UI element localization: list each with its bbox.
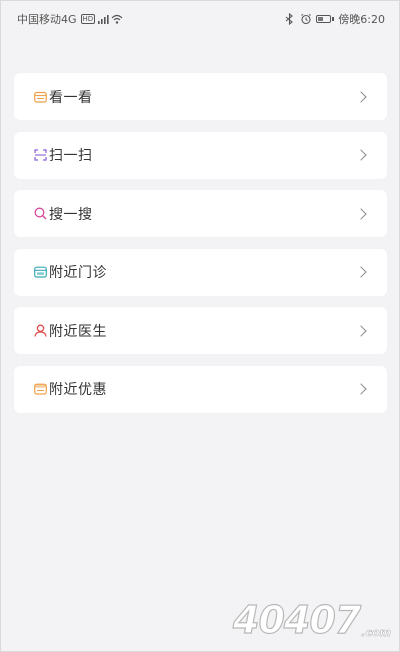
- search-icon: [33, 207, 47, 221]
- chevron-right-icon: [355, 324, 367, 337]
- doctor-icon: [33, 324, 47, 338]
- menu-item-label: 附近优惠: [49, 382, 107, 398]
- bluetooth-icon: [285, 13, 294, 25]
- menu-item-browse[interactable]: 看一看: [14, 73, 387, 120]
- chevron-right-icon: [355, 383, 367, 395]
- clinic-icon: [33, 265, 47, 279]
- signal-icon: [98, 15, 109, 24]
- menu-item-label: 看一看: [49, 89, 93, 106]
- menu-item-label: 附近医生: [49, 323, 107, 340]
- browse-icon: [33, 90, 47, 104]
- chevron-right-icon: [355, 90, 367, 103]
- menu-item-nearby-clinic[interactable]: 附近门诊: [14, 248, 387, 296]
- battery-icon: [316, 15, 335, 23]
- chevron-right-icon: [355, 207, 367, 220]
- menu-item-nearby-discount[interactable]: 附近优惠: [14, 365, 387, 413]
- menu-item-scan[interactable]: 扫一扫: [14, 131, 387, 179]
- menu-item-label: 扫一扫: [49, 148, 93, 164]
- discount-icon: [33, 382, 47, 396]
- scan-icon: [33, 148, 47, 162]
- menu-item-search[interactable]: 搜一搜: [14, 190, 387, 237]
- status-bar-left: 中国移动4G HD: [17, 11, 123, 27]
- chevron-right-icon: [355, 266, 367, 278]
- menu-item-label: 附近门诊: [49, 265, 107, 281]
- chevron-right-icon: [355, 149, 367, 161]
- watermark-logo-text: 40407: [232, 597, 361, 642]
- phone-screen: 中国移动4G HD 傍晚6:20 看一看 扫一扫 搜一搜 附近门诊 附近医生 附…: [0, 0, 400, 652]
- alarm-icon: [301, 13, 312, 25]
- menu-item-nearby-doctor[interactable]: 附近医生: [14, 307, 387, 354]
- status-bar: 中国移动4G HD 傍晚6:20: [1, 1, 399, 35]
- menu-item-label: 搜一搜: [49, 206, 93, 223]
- menu-list: 看一看 扫一扫 搜一搜 附近门诊 附近医生 附近优惠: [14, 73, 387, 424]
- status-bar-right: 傍晚6:20: [284, 11, 385, 27]
- hd-icon: HD: [80, 14, 96, 24]
- carrier-label: 中国移动4G: [17, 13, 77, 26]
- status-time: 傍晚6:20: [338, 13, 385, 26]
- watermark-domain-suffix: .com: [361, 626, 391, 640]
- wifi-icon: [111, 14, 123, 24]
- site-watermark: 40407 .com: [232, 597, 393, 643]
